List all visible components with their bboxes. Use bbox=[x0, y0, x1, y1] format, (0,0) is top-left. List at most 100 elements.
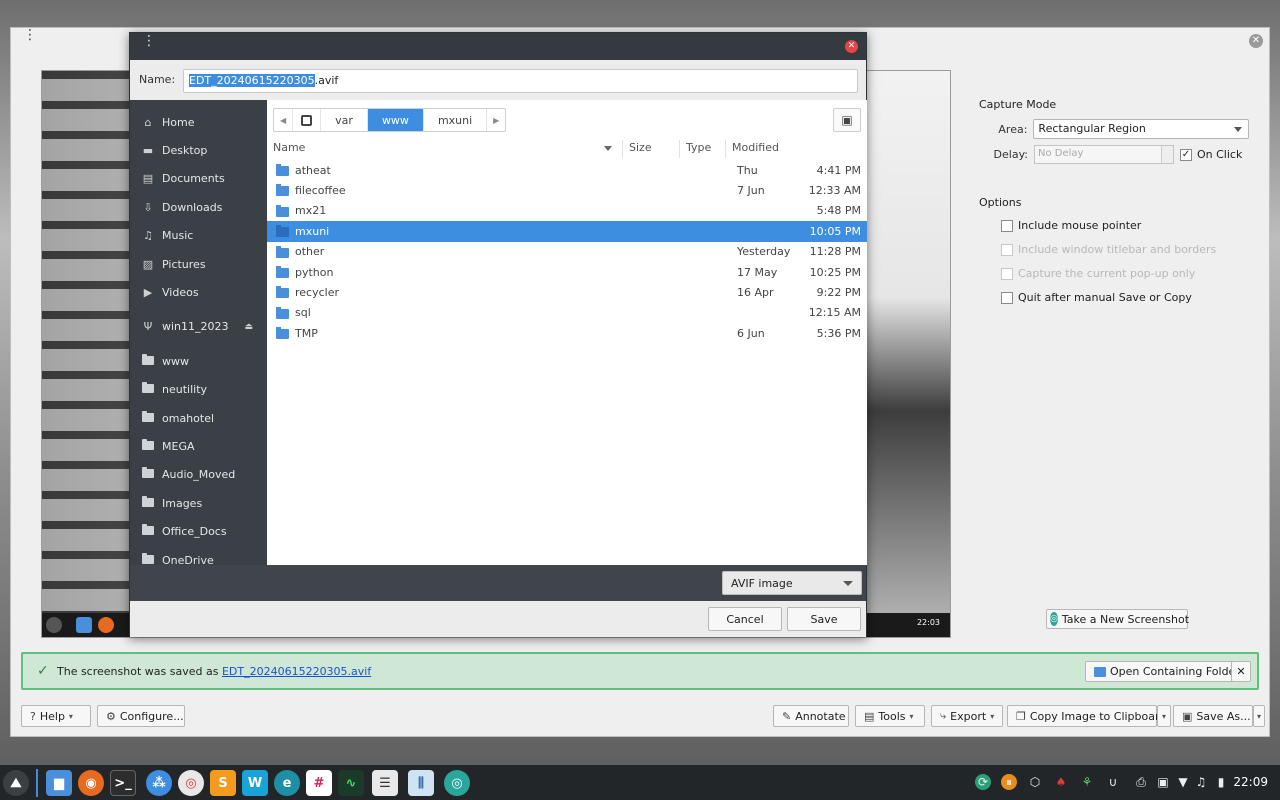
filename-input[interactable]: EDT_20240615220305.avif bbox=[183, 69, 858, 93]
file-row-recycler[interactable]: recycler 16 Apr 9:22 PM bbox=[267, 282, 867, 302]
path-forward-button[interactable]: ▶ bbox=[487, 109, 505, 131]
battery-icon[interactable]: ▮ bbox=[1213, 774, 1229, 790]
sublime-text-icon[interactable]: S bbox=[210, 770, 236, 796]
slack-icon[interactable]: # bbox=[306, 770, 332, 796]
place-omahotel[interactable]: omahotel bbox=[130, 404, 267, 432]
file-manager-icon[interactable]: ▆ bbox=[46, 770, 72, 796]
configure-button[interactable]: ⚙ Configure... bbox=[97, 705, 185, 727]
task-list-icon[interactable]: ☰ bbox=[372, 770, 398, 796]
place-neutility[interactable]: neutility bbox=[130, 376, 267, 404]
filename-extension: .avif bbox=[314, 74, 339, 87]
path-crumb-www[interactable]: www bbox=[367, 109, 424, 131]
delay-spinbox[interactable]: No Delay bbox=[1034, 145, 1174, 164]
app-grid-icon[interactable]: ⁂ bbox=[146, 770, 172, 796]
option-mouse-pointer[interactable]: Include mouse pointer bbox=[1001, 219, 1249, 232]
place-music[interactable]: ♫ Music bbox=[130, 222, 267, 250]
notice-close-button[interactable]: ✕ bbox=[1231, 661, 1251, 682]
export-button[interactable]: ⤷ Export ▾ bbox=[931, 705, 1003, 727]
column-name[interactable]: Name bbox=[267, 140, 623, 158]
save-menu-button[interactable]: ▾ bbox=[1253, 705, 1265, 727]
sync-icon[interactable]: ⟳ bbox=[975, 774, 991, 790]
save-button[interactable]: Save bbox=[787, 607, 861, 631]
close-icon[interactable]: ✕ bbox=[1249, 34, 1263, 48]
file-row-sql[interactable]: sql 12:15 AM bbox=[267, 303, 867, 323]
launcher-icon[interactable]: ⛰ bbox=[3, 770, 29, 796]
edge-dev-icon[interactable]: e bbox=[274, 770, 300, 796]
mixer-icon[interactable]: ⫼ bbox=[408, 770, 434, 796]
place-desktop[interactable]: ▬ Desktop bbox=[130, 136, 267, 164]
path-crumb-mxuni[interactable]: mxuni bbox=[424, 109, 488, 131]
terminal-icon[interactable]: >_ bbox=[110, 770, 136, 796]
place-audio-moved[interactable]: Audio_Moved bbox=[130, 461, 267, 489]
copy-menu-button[interactable]: ▾ bbox=[1157, 705, 1171, 727]
new-folder-button[interactable]: ▣ bbox=[833, 108, 861, 132]
close-icon[interactable]: ✕ bbox=[845, 40, 858, 53]
magnet-icon[interactable]: ∪ bbox=[1105, 774, 1121, 790]
place-office-docs[interactable]: Office_Docs bbox=[130, 517, 267, 545]
wifi-icon[interactable]: ▼ bbox=[1175, 774, 1191, 790]
windsurf-icon[interactable]: W bbox=[242, 770, 268, 796]
mouse-pointer-checkbox[interactable] bbox=[1001, 219, 1013, 232]
quit-after-save-checkbox[interactable] bbox=[1001, 291, 1013, 304]
place-videos[interactable]: ▶ Videos bbox=[130, 278, 267, 306]
take-new-screenshot-button[interactable]: ◎ Take a New Screenshot bbox=[1046, 609, 1189, 629]
network-tool-icon[interactable]: ⚘ bbox=[1079, 774, 1095, 790]
eject-icon[interactable]: ⏏ bbox=[244, 322, 253, 332]
on-click-checkbox[interactable]: ✓ bbox=[1180, 148, 1192, 161]
window-menu-icon[interactable]: ⋮ bbox=[23, 28, 37, 42]
column-label: Size bbox=[629, 141, 652, 154]
file-row-python[interactable]: python 17 May 10:25 PM bbox=[267, 262, 867, 282]
place-onedrive[interactable]: OneDrive bbox=[130, 546, 267, 565]
option-quit-after-save[interactable]: Quit after manual Save or Copy bbox=[1001, 291, 1249, 304]
file-row-tmp[interactable]: TMP 6 Jun 5:36 PM bbox=[267, 323, 867, 343]
copy-to-clipboard-button[interactable]: ❐ Copy Image to Clipboard bbox=[1007, 705, 1166, 727]
preview-files-icon bbox=[76, 617, 92, 633]
place-documents[interactable]: ▤ Documents bbox=[130, 165, 267, 193]
place-www[interactable]: www bbox=[130, 347, 267, 375]
help-button[interactable]: ? Help ▾ bbox=[21, 705, 91, 727]
music-note-icon[interactable]: ♫ bbox=[1193, 774, 1209, 790]
place-win11-2023[interactable]: Ψwin11_2023 ⏏ bbox=[130, 313, 267, 341]
pause-icon[interactable]: ⏸ bbox=[1001, 774, 1017, 790]
file-row-atheat[interactable]: atheat Thu 4:41 PM bbox=[267, 160, 867, 180]
clock[interactable]: 22:09 bbox=[1233, 775, 1268, 789]
chrome-icon[interactable]: ◎ bbox=[178, 770, 204, 796]
place-downloads[interactable]: ⇩ Downloads bbox=[130, 193, 267, 221]
area-select[interactable]: Rectangular Region bbox=[1033, 119, 1249, 139]
place-images[interactable]: Images bbox=[130, 489, 267, 517]
place-label: Audio_Moved bbox=[162, 468, 236, 482]
screenshot-app-icon[interactable]: ◎ bbox=[444, 770, 470, 796]
file-row-other[interactable]: other Yesterday 11:28 PM bbox=[267, 242, 867, 262]
tools-button[interactable]: ▤ Tools ▾ bbox=[855, 705, 925, 727]
column-size[interactable]: Size bbox=[623, 140, 680, 158]
printer-icon[interactable]: ⎙ bbox=[1133, 774, 1149, 790]
annotate-button[interactable]: ✎ Annotate bbox=[773, 705, 849, 727]
place-mega[interactable]: MEGA bbox=[130, 432, 267, 460]
cancel-button[interactable]: Cancel bbox=[708, 607, 782, 631]
file-modified-time: 5:36 PM bbox=[816, 326, 861, 340]
path-root-button[interactable] bbox=[293, 109, 322, 131]
window-menu-icon[interactable]: ⋮ bbox=[142, 34, 156, 48]
saved-file-link[interactable]: EDT_20240615220305.avif bbox=[222, 665, 371, 678]
path-crumb-var[interactable]: var bbox=[321, 109, 368, 131]
account-icon[interactable]: ▣ bbox=[1155, 774, 1171, 790]
file-row-filecoffee[interactable]: filecoffee 7 Jun 12:33 AM bbox=[267, 180, 867, 200]
place-pictures[interactable]: ▨ Pictures bbox=[130, 250, 267, 278]
file-row-mxuni[interactable]: mxuni 10:05 PM bbox=[267, 221, 867, 242]
preview-window-frames bbox=[42, 71, 132, 637]
place-home[interactable]: ⌂ Home bbox=[130, 108, 267, 136]
save-as-button[interactable]: ▣ Save As... bbox=[1173, 705, 1253, 727]
package-icon[interactable]: ⬡ bbox=[1027, 774, 1043, 790]
firefox-icon[interactable]: ◉ bbox=[78, 770, 104, 796]
file-row-mx21[interactable]: mx21 5:48 PM bbox=[267, 201, 867, 221]
audio-editor-icon[interactable]: ∿ bbox=[338, 770, 364, 796]
column-type[interactable]: Type bbox=[680, 140, 726, 158]
column-modified[interactable]: Modified bbox=[726, 140, 867, 158]
close-icon: ✕ bbox=[1236, 665, 1246, 678]
path-back-button[interactable]: ◀ bbox=[274, 109, 294, 131]
open-containing-folder-button[interactable]: Open Containing Folder bbox=[1085, 661, 1249, 682]
spin-arrows-icon[interactable] bbox=[1161, 146, 1173, 163]
dialog-titlebar: ⋮ ✕ bbox=[130, 33, 866, 60]
cherries-icon[interactable]: ♠ bbox=[1053, 774, 1069, 790]
file-type-select[interactable]: AVIF image bbox=[722, 571, 862, 595]
